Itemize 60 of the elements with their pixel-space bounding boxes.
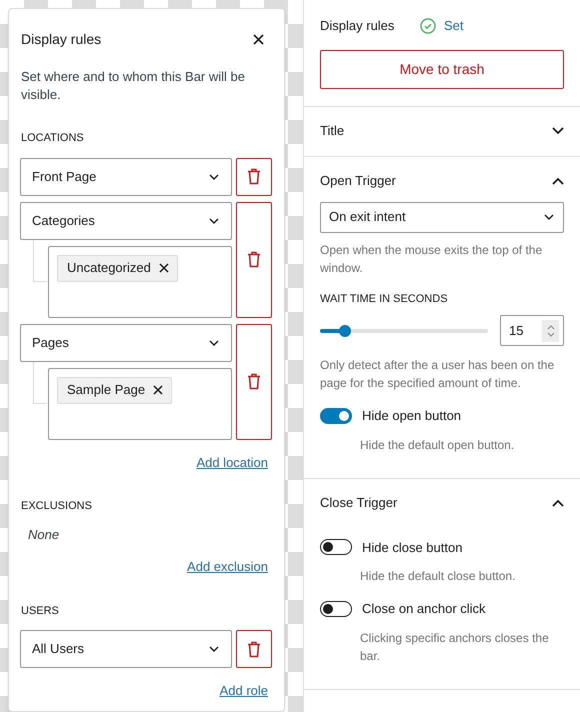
number-field[interactable]: 15 (500, 315, 564, 346)
remove-tag-button[interactable] (158, 263, 169, 273)
tag-label: Sample Page (67, 381, 146, 400)
delete-button[interactable] (236, 630, 272, 668)
close-button[interactable] (253, 34, 264, 45)
trash-button[interactable]: Move to trash (320, 50, 564, 88)
spinner-icon (542, 320, 559, 342)
field-label: WAIT TIME IN SECONDS (320, 292, 449, 306)
popover-description: Set where and to whom this Bar will be visible. (20, 68, 246, 104)
section-heading: LOCATIONS (20, 131, 85, 146)
toggle-switch[interactable] (320, 408, 352, 424)
delete-button[interactable] (236, 324, 272, 440)
delete-button[interactable] (236, 158, 272, 196)
panel-header[interactable]: Title (320, 106, 564, 156)
select-field[interactable]: All Users (20, 630, 232, 668)
connector-line (33, 240, 47, 282)
trash-icon (247, 251, 261, 268)
chevron-up-icon (552, 499, 564, 507)
chevron-down-icon (209, 218, 219, 224)
trash-icon (247, 640, 261, 658)
add-link[interactable]: Add exclusion (187, 557, 268, 576)
chevron-down-icon (209, 646, 219, 652)
trash-icon (247, 168, 261, 185)
chevron-down-icon (209, 174, 219, 180)
toggle-label: Close on anchor click (362, 600, 486, 618)
tag-label: Uncategorized (67, 259, 151, 278)
section-heading: EXCLUSIONS (20, 499, 93, 514)
select-field[interactable]: On exit intent (320, 202, 564, 232)
tags-field[interactable]: Uncategorized (48, 246, 232, 318)
help-text: Hide the default close button. (360, 568, 516, 585)
chevron-down-icon (552, 127, 564, 135)
help-text: Hide the default open button. (360, 436, 516, 454)
rule-label: Display rules (320, 17, 396, 35)
toggle-label: Hide open button (362, 407, 462, 425)
status-link[interactable]: Set (444, 16, 464, 36)
check-circle-icon (420, 18, 436, 34)
chevron-up-icon (552, 177, 564, 185)
add-link[interactable]: Add role (220, 681, 268, 700)
connector-line (33, 362, 47, 404)
chevron-down-icon (209, 340, 219, 346)
delete-button[interactable] (236, 202, 272, 318)
help-text: Clicking specific anchors closes the bar. (360, 630, 550, 664)
toggle-label: Hide close button (362, 538, 462, 556)
panel-header[interactable]: Close Trigger (320, 478, 564, 528)
add-link[interactable]: Add location (196, 452, 268, 472)
trash-icon (247, 373, 261, 390)
toggle-switch[interactable] (320, 539, 352, 556)
select-field[interactable]: Categories (20, 202, 232, 240)
section-heading: USERS (20, 604, 60, 618)
popover-title: Display rules (21, 30, 102, 49)
select-field[interactable]: Front Page (20, 158, 232, 196)
help-text: Open when the mouse exits the top of the window. (320, 242, 544, 276)
select-field[interactable]: Pages (20, 324, 232, 362)
chevron-down-icon (544, 214, 554, 220)
toggle-switch[interactable] (320, 600, 352, 617)
tags-field[interactable]: Sample Page (48, 368, 232, 440)
slider-thumb[interactable] (339, 324, 352, 336)
help-text: Only detect after the a user has been on the page for the specified amount of time. (320, 357, 556, 392)
empty-text: None (27, 526, 60, 544)
remove-tag-button[interactable] (153, 385, 164, 395)
